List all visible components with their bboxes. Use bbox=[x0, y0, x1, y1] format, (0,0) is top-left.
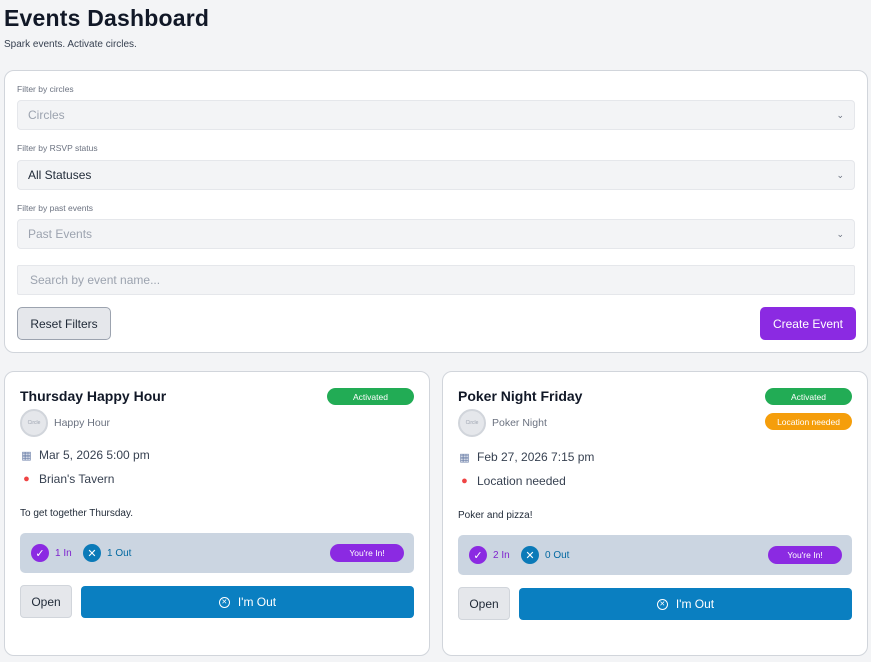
im-out-button[interactable]: ✕ I'm Out bbox=[519, 588, 852, 620]
event-datetime-text: Mar 5, 2026 5:00 pm bbox=[39, 448, 150, 462]
x-icon: ✕ bbox=[521, 546, 539, 564]
status-badge-activated: Activated bbox=[327, 388, 414, 405]
event-title: Thursday Happy Hour bbox=[20, 388, 167, 404]
rsvp-summary: ✓ 2 In ✕ 0 Out You're In! bbox=[458, 535, 852, 575]
rsvp-status-select[interactable]: All Statuses ⌄ bbox=[17, 160, 855, 190]
search-input[interactable]: Search by event name... bbox=[17, 265, 855, 295]
rsvp-out-count[interactable]: ✕ 0 Out bbox=[521, 546, 569, 564]
event-location: ● Brian's Tavern bbox=[20, 472, 114, 486]
event-location-text: Location needed bbox=[477, 474, 566, 488]
past-filter-label: Filter by past events bbox=[17, 203, 94, 213]
event-datetime-text: Feb 27, 2026 7:15 pm bbox=[477, 450, 595, 464]
status-badge-location-needed: Location needed bbox=[765, 413, 852, 430]
rsvp-summary: ✓ 1 In ✕ 1 Out You're In! bbox=[20, 533, 414, 573]
circle-x-icon: ✕ bbox=[656, 598, 668, 610]
event-datetime: ▦ Feb 27, 2026 7:15 pm bbox=[458, 450, 594, 464]
event-description: Poker and pizza! bbox=[458, 510, 533, 521]
rsvp-out-count[interactable]: ✕ 1 Out bbox=[83, 544, 131, 562]
location-pin-icon: ● bbox=[461, 475, 468, 487]
event-location: ● Location needed bbox=[458, 474, 566, 488]
event-title: Poker Night Friday bbox=[458, 388, 583, 404]
calendar-icon: ▦ bbox=[21, 449, 32, 462]
x-icon: ✕ bbox=[83, 544, 101, 562]
open-event-button[interactable]: Open bbox=[458, 587, 510, 620]
out-count-text: 1 Out bbox=[107, 547, 132, 559]
rsvp-select-value: All Statuses bbox=[28, 168, 92, 182]
circle-name: Happy Hour bbox=[54, 417, 111, 429]
open-event-button[interactable]: Open bbox=[20, 585, 72, 618]
location-pin-icon: ● bbox=[23, 473, 30, 485]
in-count-text: 1 In bbox=[55, 547, 72, 559]
check-icon: ✓ bbox=[469, 546, 487, 564]
circles-select[interactable]: Circles ⌄ bbox=[17, 100, 855, 130]
reset-filters-button[interactable]: Reset Filters bbox=[17, 307, 111, 340]
rsvp-status-badge: You're In! bbox=[768, 546, 842, 564]
past-select-value: Past Events bbox=[28, 227, 93, 241]
page-subtitle: Spark events. Activate circles. bbox=[4, 39, 137, 50]
avatar: Circle bbox=[20, 409, 48, 437]
create-event-button[interactable]: Create Event bbox=[760, 307, 856, 340]
event-location-text: Brian's Tavern bbox=[39, 472, 115, 486]
status-badge-activated: Activated bbox=[765, 388, 852, 405]
rsvp-filter-label: Filter by RSVP status bbox=[17, 143, 98, 153]
im-out-label: I'm Out bbox=[675, 597, 715, 611]
rsvp-in-count[interactable]: ✓ 1 In bbox=[31, 544, 72, 562]
im-out-button[interactable]: ✕ I'm Out bbox=[81, 586, 414, 618]
filters-panel: Filter by circles Circles ⌄ Filter by RS… bbox=[4, 70, 868, 353]
chevron-down-icon: ⌄ bbox=[836, 228, 844, 239]
rsvp-in-count[interactable]: ✓ 2 In bbox=[469, 546, 510, 564]
event-datetime: ▦ Mar 5, 2026 5:00 pm bbox=[20, 448, 150, 462]
circles-filter-label: Filter by circles bbox=[17, 84, 74, 94]
rsvp-status-badge: You're In! bbox=[330, 544, 404, 562]
out-count-text: 0 Out bbox=[545, 549, 570, 561]
search-placeholder: Search by event name... bbox=[30, 273, 161, 287]
check-icon: ✓ bbox=[31, 544, 49, 562]
circles-select-value: Circles bbox=[28, 108, 65, 122]
chevron-down-icon: ⌄ bbox=[836, 109, 844, 120]
page-header: Events Dashboard Spark events. Activate … bbox=[4, 4, 209, 50]
page-title: Events Dashboard bbox=[4, 5, 210, 31]
circle-name: Poker Night bbox=[492, 417, 547, 429]
event-card: Thursday Happy Hour Activated Circle Hap… bbox=[4, 371, 430, 656]
past-events-select[interactable]: Past Events ⌄ bbox=[17, 219, 855, 249]
im-out-label: I'm Out bbox=[237, 595, 277, 609]
calendar-icon: ▦ bbox=[459, 451, 470, 464]
event-description: To get together Thursday. bbox=[20, 508, 134, 519]
avatar: Circle bbox=[458, 409, 486, 437]
circle-x-icon: ✕ bbox=[218, 596, 230, 608]
event-card: Poker Night Friday Activated Location ne… bbox=[442, 371, 868, 656]
in-count-text: 2 In bbox=[493, 549, 510, 561]
chevron-down-icon: ⌄ bbox=[836, 169, 844, 180]
